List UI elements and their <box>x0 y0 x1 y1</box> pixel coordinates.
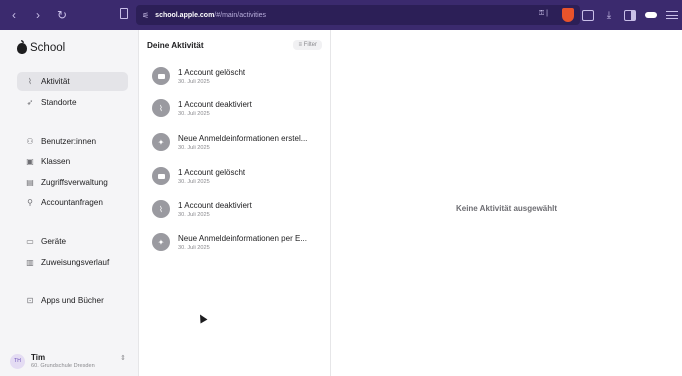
bookmark-icon[interactable] <box>120 8 128 19</box>
sidebar-item-zugriffsverwaltung[interactable]: ▤ Zugriffsverwaltung <box>17 173 128 192</box>
filter-icon: ≡ <box>298 42 302 48</box>
list-title: Deine Aktivität <box>147 41 204 50</box>
download-icon[interactable]: ⤓ <box>603 10 615 21</box>
activity-detail-pane: Keine Aktivität ausgewählt <box>331 30 682 376</box>
access-card-icon: ▤ <box>26 178 34 187</box>
forward-icon[interactable]: › <box>31 8 45 22</box>
sidebar-item-label: Zugriffsverwaltung <box>41 178 108 187</box>
devices-icon: ▭ <box>26 237 34 246</box>
apps-icon: ⊡ <box>26 296 34 305</box>
pulse-icon: ⌇ <box>152 99 170 117</box>
sidebar-item-standorte[interactable]: ➶ Standorte <box>17 93 128 112</box>
apple-logo-icon <box>17 39 27 54</box>
url-path: /#/main/activities <box>214 11 267 19</box>
filter-button[interactable]: ≡ Filter <box>293 40 322 50</box>
sidebar: School ⌇ Aktivität ➶ Standorte ⚇ Benutze… <box>0 30 139 376</box>
nav-controls: ‹ › ↻ <box>0 8 69 22</box>
list-item-text: Neue Anmeldeinformationen erstel... 30. … <box>178 134 307 151</box>
brand-name: School <box>30 42 66 54</box>
sidebar-item-zuweisungsverlauf[interactable]: ▥ Zuweisungsverlauf <box>17 253 128 272</box>
sidebar-item-apps-buecher[interactable]: ⊡ Apps und Bücher <box>17 291 128 310</box>
sidebar-item-label: Accountanfragen <box>41 198 103 207</box>
menu-icon[interactable] <box>666 11 678 19</box>
list-item[interactable]: 1 Account gelöscht 30. Juli 2025 <box>152 62 327 90</box>
user-name: Tim <box>31 353 46 362</box>
list-item-date: 30. Juli 2025 <box>178 110 210 117</box>
brand[interactable]: School <box>17 39 66 54</box>
list-item-text: 1 Account gelöscht 30. Juli 2025 <box>178 168 245 185</box>
activity-icon: ⌇ <box>28 77 32 86</box>
sidebar-item-label: Standorte <box>41 98 77 107</box>
sparkle-icon: ✦ <box>152 233 170 251</box>
back-icon[interactable]: ‹ <box>7 8 21 22</box>
list-item[interactable]: ✦ Neue Anmeldeinformationen per E... 30.… <box>152 228 327 256</box>
trash-icon <box>152 167 170 185</box>
address-bar[interactable]: ⚟ school.apple.com/#/main/activities ⚿ | <box>136 5 580 25</box>
list-item-title: 1 Account deaktiviert <box>178 200 252 210</box>
user-info: Tim 60. Grundschule Dresden <box>31 353 95 369</box>
list-item-date: 30. Juli 2025 <box>178 211 210 218</box>
sidebar-item-klassen[interactable]: ▣ Klassen <box>17 152 128 171</box>
list-item[interactable]: 1 Account gelöscht 30. Juli 2025 <box>152 162 327 190</box>
list-item[interactable]: ✦ Neue Anmeldeinformationen erstel... 30… <box>152 128 327 156</box>
sidebar-item-accountanfragen[interactable]: ⚲ Accountanfragen <box>17 193 128 212</box>
list-icon: ▥ <box>26 258 34 267</box>
private-mask-icon[interactable] <box>645 12 657 18</box>
list-item-date: 30. Juli 2025 <box>178 78 210 85</box>
users-icon: ⚇ <box>26 137 34 146</box>
list-item-title: Neue Anmeldeinformationen per E... <box>178 233 307 243</box>
reload-icon[interactable]: ↻ <box>55 8 69 22</box>
list-item-title: 1 Account deaktiviert <box>178 99 252 109</box>
classes-icon: ▣ <box>26 157 34 166</box>
list-item-title: Neue Anmeldeinformationen erstel... <box>178 133 308 143</box>
list-item[interactable]: ⌇ 1 Account deaktiviert 30. Juli 2025 <box>152 195 327 223</box>
empty-state-message: Keine Aktivität ausgewählt <box>455 204 558 213</box>
url-host: school.apple.com <box>155 11 215 19</box>
list-item-text: 1 Account gelöscht 30. Juli 2025 <box>178 68 245 85</box>
trash-icon <box>152 67 170 85</box>
pulse-icon: ⌇ <box>152 200 170 218</box>
location-arrow-icon: ➶ <box>26 98 34 107</box>
list-item-date: 30. Juli 2025 <box>178 244 210 251</box>
sidebar-item-label: Aktivität <box>41 77 70 86</box>
browser-toolbar: ‹ › ↻ ⚟ school.apple.com/#/main/activiti… <box>0 0 682 30</box>
filter-label: Filter <box>303 42 317 48</box>
shield-icon[interactable] <box>562 8 574 22</box>
list-item-date: 30. Juli 2025 <box>178 178 210 185</box>
list-item-date: 30. Juli 2025 <box>178 144 210 151</box>
list-item[interactable]: ⌇ 1 Account deaktiviert 30. Juli 2025 <box>152 94 327 122</box>
sidebar-item-label: Apps und Bücher <box>41 296 104 305</box>
sidebar-item-label: Geräte <box>41 237 67 246</box>
list-item-text: 1 Account deaktiviert 30. Juli 2025 <box>178 100 252 117</box>
avatar: TH <box>10 353 25 369</box>
sparkle-icon: ✦ <box>152 133 170 151</box>
sidebar-item-geraete[interactable]: ▭ Geräte <box>17 232 128 251</box>
sidebar-item-label: Zuweisungsverlauf <box>41 258 110 267</box>
wallet-icon[interactable] <box>582 9 594 21</box>
chevron-updown-icon: ⇕ <box>120 355 126 362</box>
key-icon[interactable]: ⚿ | <box>539 10 548 18</box>
sidebar-item-benutzer[interactable]: ⚇ Benutzer:innen <box>17 132 128 151</box>
user-school: 60. Grundschule Dresden <box>31 363 95 369</box>
list-item-text: 1 Account deaktiviert 30. Juli 2025 <box>178 201 252 218</box>
toolbar-actions: ⤓ <box>582 0 682 30</box>
sidebar-item-label: Klassen <box>41 157 71 166</box>
sidebar-item-aktivitaet[interactable]: ⌇ Aktivität <box>17 72 128 91</box>
site-settings-icon[interactable]: ⚟ <box>142 11 149 20</box>
list-item-title: 1 Account gelöscht <box>178 167 246 177</box>
person-add-icon: ⚲ <box>27 198 33 207</box>
list-item-text: Neue Anmeldeinformationen per E... 30. J… <box>178 234 307 251</box>
activity-list-panel: Deine Aktivität ≡ Filter 1 Account gelös… <box>139 30 331 376</box>
list-item-title: 1 Account gelöscht <box>178 67 246 77</box>
sidebar-item-label: Benutzer:innen <box>41 137 97 146</box>
sidebar-toggle-icon[interactable] <box>624 9 636 21</box>
user-account-switcher[interactable]: TH Tim 60. Grundschule Dresden ⇕ <box>10 350 128 372</box>
